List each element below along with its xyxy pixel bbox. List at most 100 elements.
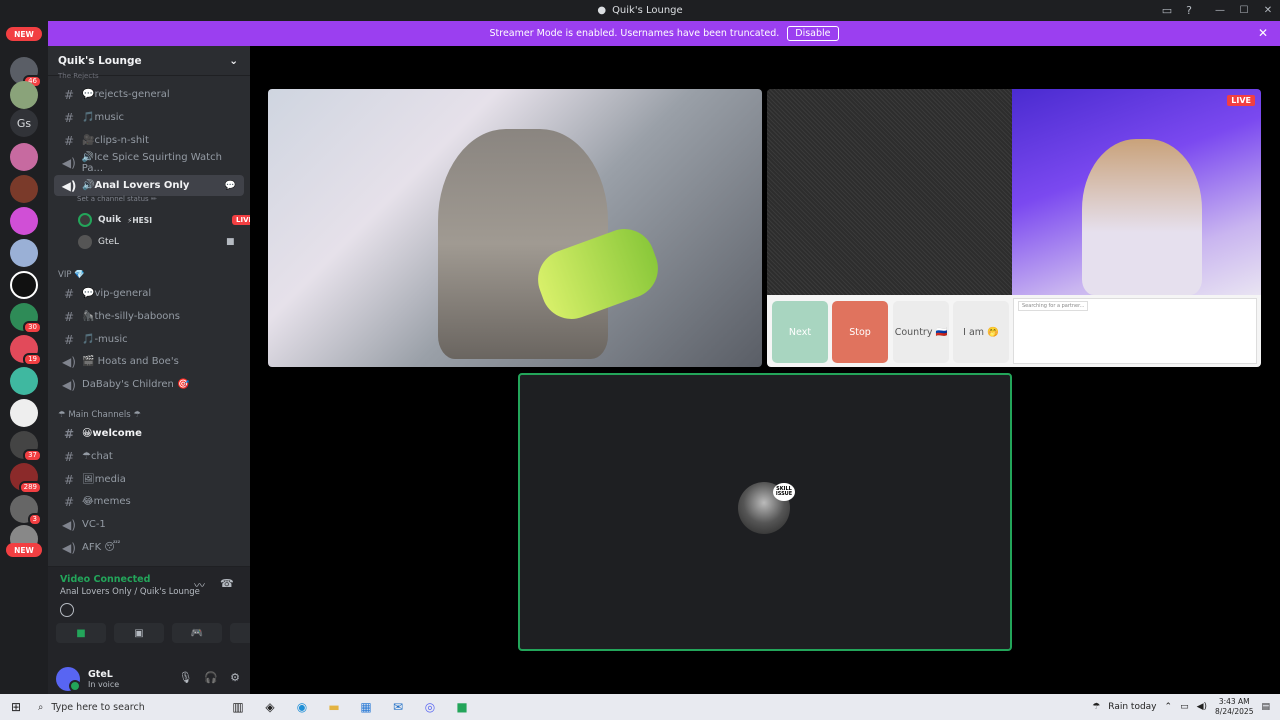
text-channel-icon: # bbox=[63, 309, 75, 324]
video-tile-user[interactable]: SKILL ISSUE bbox=[518, 373, 1012, 651]
channel-item-active[interactable]: ◀) 🔊Anal Lovers Only 💬 bbox=[54, 175, 244, 196]
screen-share-button[interactable]: ▣ bbox=[114, 623, 164, 643]
activity-button[interactable]: 🎮 bbox=[172, 623, 222, 643]
banner-text: Streamer Mode is enabled. Usernames have… bbox=[489, 28, 780, 39]
server-icon[interactable]: 289 bbox=[10, 463, 42, 494]
text-channel-icon: # bbox=[63, 472, 75, 487]
server-name: Quik's Lounge bbox=[58, 54, 142, 67]
maximize-icon[interactable]: ☐ bbox=[1232, 0, 1256, 21]
voice-channel-icon: ◀) bbox=[62, 517, 76, 532]
help-icon[interactable]: ? bbox=[1186, 4, 1192, 17]
channel-item[interactable]: ◀) 🎬 Hoats and Boe's bbox=[54, 351, 244, 372]
inbox-icon[interactable]: ▭ bbox=[1162, 4, 1172, 17]
webcam-video bbox=[1012, 89, 1261, 295]
live-badge: LIVE bbox=[1227, 95, 1255, 106]
channel-item[interactable]: # 🎵music bbox=[54, 107, 244, 128]
channel-item[interactable]: ◀) VC-1 bbox=[54, 514, 244, 535]
server-icon[interactable] bbox=[10, 239, 38, 267]
channel-item[interactable]: # 😂memes bbox=[54, 491, 244, 512]
settings-gear-icon[interactable]: ⚙ bbox=[230, 671, 240, 684]
text-channel-icon: # bbox=[63, 449, 75, 464]
user-info[interactable]: GteL In voice bbox=[88, 669, 119, 689]
camera-button[interactable]: ■ bbox=[56, 623, 106, 643]
text-channel-icon: # bbox=[63, 87, 75, 102]
voice-location[interactable]: Anal Lovers Only / Quik's Lounge bbox=[60, 587, 200, 597]
avatar-tag: SKILL ISSUE bbox=[773, 483, 795, 501]
channel-item[interactable]: ◀) 🔊Ice Spice Squirting Watch Pa... bbox=[54, 152, 244, 174]
text-channel-icon: # bbox=[63, 494, 75, 509]
windows-taskbar: ⊞ ⌕ Type here to search ▥ ◈ ◉ ▬ ▦ ✉ ◎ ■ … bbox=[0, 694, 1280, 720]
channel-item[interactable]: # 💬rejects-general bbox=[54, 84, 244, 105]
task-view-icon[interactable]: ▥ bbox=[222, 700, 254, 714]
channel-status[interactable]: Set a channel status ✏ bbox=[77, 195, 157, 203]
channel-item[interactable]: ◀) DaBaby's Children 🎯 bbox=[54, 374, 244, 395]
file-explorer-icon[interactable]: ▬ bbox=[318, 700, 350, 714]
category-vip[interactable]: VIP 💎 bbox=[58, 270, 85, 280]
i-am-button[interactable]: I am 🤭 bbox=[953, 301, 1009, 363]
channel-item[interactable]: # 😀welcome bbox=[54, 423, 244, 444]
video-tile-stream-2[interactable]: LIVE Next Stop Country 🇷🇺 I am 🤭 Searchi… bbox=[767, 89, 1261, 367]
headphones-icon[interactable]: 🎧 bbox=[204, 671, 218, 684]
server-icon[interactable]: 30 bbox=[10, 303, 42, 334]
avatar[interactable] bbox=[56, 667, 81, 692]
server-icon[interactable]: 19 bbox=[10, 335, 42, 366]
notifications-icon[interactable]: ▤ bbox=[1261, 702, 1270, 712]
category-rejects[interactable]: The Rejects bbox=[58, 72, 99, 80]
disable-button[interactable]: Disable bbox=[787, 26, 839, 41]
text-channel-icon: # bbox=[63, 332, 75, 347]
voice-user[interactable]: Quik ⚡HESI LIVE bbox=[78, 213, 258, 227]
minimize-icon[interactable]: — bbox=[1208, 0, 1232, 21]
active-server-icon[interactable] bbox=[10, 271, 38, 299]
server-icon[interactable] bbox=[10, 143, 38, 171]
channel-item[interactable]: # 🖼media bbox=[54, 469, 244, 490]
stop-button[interactable]: Stop bbox=[832, 301, 888, 363]
channel-item[interactable]: ◀) AFK 😴 bbox=[54, 537, 244, 558]
text-channel-icon: # bbox=[63, 426, 75, 441]
taskbar-search[interactable]: ⌕ Type here to search bbox=[32, 694, 222, 720]
volume-icon[interactable]: ◀) bbox=[1197, 702, 1207, 712]
app-icon[interactable]: ■ bbox=[446, 700, 478, 714]
server-icon[interactable]: 3 bbox=[10, 495, 42, 526]
microphone-icon[interactable]: 🎙 bbox=[178, 671, 192, 684]
close-banner-icon[interactable]: ✕ bbox=[1258, 26, 1268, 40]
voice-channel-icon: ◀) bbox=[62, 540, 76, 555]
copilot-icon[interactable]: ◈ bbox=[254, 700, 286, 714]
store-icon[interactable]: ▦ bbox=[350, 700, 382, 714]
weather-text[interactable]: Rain today bbox=[1108, 702, 1156, 712]
voice-status[interactable]: Video Connected bbox=[60, 574, 150, 585]
streamer-mode-banner: Streamer Mode is enabled. Usernames have… bbox=[48, 21, 1280, 46]
noise-suppression-icon[interactable]: 〰 bbox=[194, 577, 205, 593]
video-tile-stream-1[interactable] bbox=[268, 89, 762, 367]
channel-item[interactable]: # ☂chat bbox=[54, 446, 244, 467]
activity-icon[interactable] bbox=[60, 603, 74, 617]
channel-item[interactable]: # 🎥clips-n-shit bbox=[54, 130, 244, 151]
new-pill[interactable]: NEW bbox=[6, 27, 42, 41]
server-icon[interactable] bbox=[10, 81, 38, 109]
country-button[interactable]: Country 🇷🇺 bbox=[893, 301, 949, 363]
discord-icon[interactable]: ◎ bbox=[414, 700, 446, 714]
channel-item[interactable]: # 💬vip-general bbox=[54, 283, 244, 304]
network-icon[interactable]: ▭ bbox=[1180, 702, 1189, 712]
server-icon[interactable] bbox=[10, 367, 38, 395]
chevron-up-icon[interactable]: ⌃ bbox=[1165, 702, 1173, 712]
windows-start-icon[interactable]: ⊞ bbox=[0, 700, 32, 714]
outlook-icon[interactable]: ✉ bbox=[382, 700, 414, 714]
clock[interactable]: 3:43 AM 8/24/2025 bbox=[1215, 697, 1253, 717]
title-bar: ● Quik's Lounge ▭ ? — ☐ ✕ bbox=[0, 0, 1280, 21]
chat-icon[interactable]: 💬 bbox=[225, 181, 236, 191]
server-icon[interactable] bbox=[10, 175, 38, 203]
close-window-icon[interactable]: ✕ bbox=[1256, 0, 1280, 21]
next-button[interactable]: Next bbox=[772, 301, 828, 363]
server-icon[interactable] bbox=[10, 399, 38, 427]
chat-box[interactable]: Searching for a partner... bbox=[1013, 298, 1257, 364]
server-icon[interactable]: 37 bbox=[10, 431, 42, 462]
voice-user[interactable]: GteL ■ bbox=[78, 235, 235, 249]
server-icon[interactable]: Gs bbox=[10, 109, 38, 137]
disconnect-icon[interactable]: ☎ bbox=[220, 577, 234, 590]
channel-item[interactable]: # 🎵-music bbox=[54, 329, 244, 350]
server-icon[interactable] bbox=[10, 207, 38, 235]
new-pill[interactable]: NEW bbox=[6, 543, 42, 557]
category-main[interactable]: ☂ Main Channels ☂ bbox=[58, 410, 141, 420]
edge-icon[interactable]: ◉ bbox=[286, 700, 318, 714]
channel-item[interactable]: # 🦍the-silly-baboons bbox=[54, 306, 244, 327]
